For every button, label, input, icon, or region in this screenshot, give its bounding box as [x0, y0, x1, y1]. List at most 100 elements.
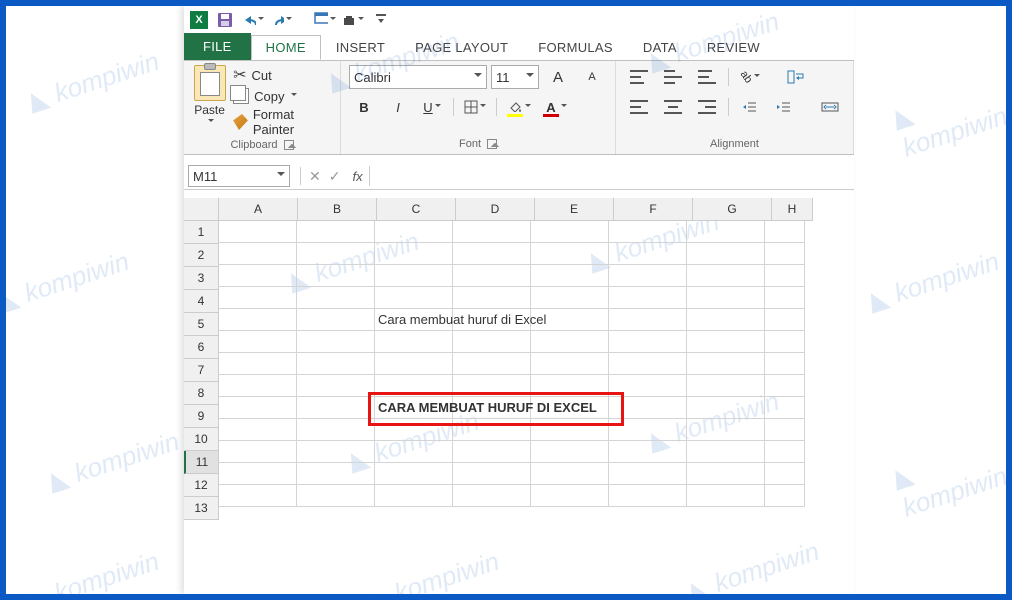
cell[interactable] — [297, 331, 375, 353]
cell[interactable] — [609, 243, 687, 265]
cell[interactable] — [375, 287, 453, 309]
orientation-button[interactable]: ab — [735, 65, 765, 89]
cell[interactable] — [297, 397, 375, 419]
cell[interactable] — [375, 353, 453, 375]
italic-button[interactable]: I — [383, 95, 413, 119]
cell[interactable] — [609, 265, 687, 287]
col-header[interactable]: D — [456, 198, 535, 221]
copy-button[interactable]: Copy — [233, 88, 332, 104]
cell-c9[interactable]: CARA MEMBUAT HURUF DI EXCEL — [375, 397, 453, 419]
cell[interactable] — [219, 243, 297, 265]
col-header[interactable]: F — [614, 198, 693, 221]
cell[interactable] — [297, 419, 375, 441]
cell[interactable] — [375, 331, 453, 353]
cell[interactable] — [297, 221, 375, 243]
cell[interactable] — [609, 485, 687, 507]
name-box[interactable]: M11 — [188, 165, 290, 187]
merge-center-button[interactable] — [815, 95, 845, 119]
borders-button[interactable] — [460, 95, 490, 119]
cell[interactable] — [219, 353, 297, 375]
cell[interactable] — [297, 265, 375, 287]
row-header[interactable]: 5 — [184, 313, 219, 336]
cell[interactable] — [297, 485, 375, 507]
cell[interactable] — [219, 485, 297, 507]
cell[interactable] — [219, 375, 297, 397]
qat-customize-1[interactable] — [314, 9, 336, 31]
cell[interactable] — [531, 221, 609, 243]
cell[interactable] — [765, 287, 805, 309]
cell[interactable] — [609, 331, 687, 353]
cell[interactable] — [531, 485, 609, 507]
cell[interactable] — [297, 463, 375, 485]
cell[interactable] — [687, 375, 765, 397]
cell[interactable] — [219, 265, 297, 287]
cell[interactable] — [375, 221, 453, 243]
format-painter-button[interactable]: Format Painter — [233, 107, 332, 137]
cell[interactable] — [219, 287, 297, 309]
row-header[interactable]: 3 — [184, 267, 219, 290]
cell[interactable] — [219, 309, 297, 331]
cell[interactable] — [453, 243, 531, 265]
enter-formula-icon[interactable]: ✓ — [329, 168, 341, 185]
align-top-button[interactable] — [624, 65, 654, 89]
qat-more[interactable] — [370, 9, 392, 31]
col-header[interactable]: G — [693, 198, 772, 221]
col-header[interactable]: B — [298, 198, 377, 221]
wrap-text-button[interactable] — [781, 65, 811, 89]
paste-button[interactable]: Paste — [192, 65, 227, 137]
cell[interactable] — [765, 375, 805, 397]
cell[interactable] — [531, 441, 609, 463]
cell[interactable] — [687, 309, 765, 331]
row-header[interactable]: 2 — [184, 244, 219, 267]
cell[interactable] — [219, 331, 297, 353]
cell[interactable] — [687, 463, 765, 485]
cell[interactable] — [453, 463, 531, 485]
redo-icon[interactable] — [270, 9, 292, 31]
align-right-button[interactable] — [692, 95, 722, 119]
undo-icon[interactable] — [242, 9, 264, 31]
cell[interactable] — [609, 309, 687, 331]
cell[interactable] — [453, 331, 531, 353]
cell[interactable] — [765, 441, 805, 463]
align-bottom-button[interactable] — [692, 65, 722, 89]
row-header[interactable]: 12 — [184, 474, 219, 497]
cell[interactable] — [531, 287, 609, 309]
cell[interactable] — [687, 419, 765, 441]
cell[interactable] — [219, 397, 297, 419]
row-header[interactable]: 9 — [184, 405, 219, 428]
qat-customize-2[interactable] — [342, 9, 364, 31]
cell[interactable] — [765, 221, 805, 243]
cell[interactable] — [297, 353, 375, 375]
cell[interactable] — [453, 221, 531, 243]
cell[interactable] — [687, 485, 765, 507]
cell[interactable] — [531, 265, 609, 287]
shrink-font-button[interactable]: A — [577, 65, 607, 89]
tab-pagelayout[interactable]: PAGE LAYOUT — [400, 35, 523, 60]
cell[interactable] — [765, 485, 805, 507]
font-size-combo[interactable]: 11 — [491, 65, 539, 89]
cell[interactable] — [687, 243, 765, 265]
cell[interactable] — [375, 441, 453, 463]
row-header[interactable]: 10 — [184, 428, 219, 451]
cell[interactable] — [453, 287, 531, 309]
cell[interactable] — [297, 287, 375, 309]
col-header[interactable]: C — [377, 198, 456, 221]
cell[interactable] — [531, 243, 609, 265]
font-dialog-launcher[interactable] — [487, 139, 497, 149]
font-color-button[interactable]: A — [539, 95, 571, 119]
cell[interactable] — [609, 221, 687, 243]
tab-review[interactable]: REVIEW — [692, 35, 775, 60]
grow-font-button[interactable]: A — [543, 65, 573, 89]
row-header[interactable]: 6 — [184, 336, 219, 359]
cell[interactable] — [687, 353, 765, 375]
cell[interactable] — [687, 441, 765, 463]
cell[interactable] — [375, 265, 453, 287]
cell[interactable] — [765, 397, 805, 419]
cell[interactable] — [765, 353, 805, 375]
cell[interactable] — [375, 243, 453, 265]
cell[interactable] — [687, 221, 765, 243]
bold-button[interactable]: B — [349, 95, 379, 119]
cell[interactable] — [687, 331, 765, 353]
formula-bar[interactable] — [369, 166, 854, 186]
cell[interactable] — [453, 441, 531, 463]
